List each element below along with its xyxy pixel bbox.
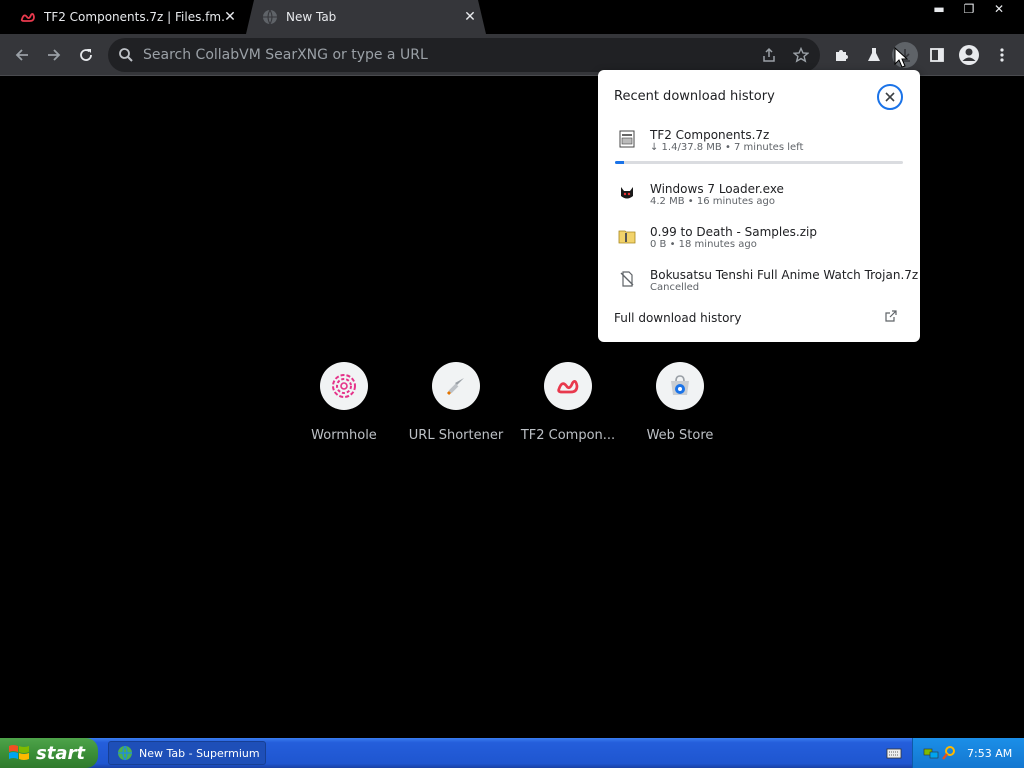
shortcut-url-shortener[interactable]: URL Shortener (400, 362, 512, 443)
open-external-icon[interactable] (884, 309, 898, 323)
clock: 7:53 AM (967, 746, 1013, 760)
window-controls: ▬ ❐ ✕ (924, 0, 1014, 18)
download-progress-bar (615, 161, 903, 164)
forward-icon[interactable] (41, 42, 67, 68)
tab-title: TF2 Components.7z | Files.fm. (44, 10, 225, 24)
windows-flag-icon (9, 745, 29, 760)
start-button[interactable]: start (0, 738, 98, 768)
share-icon[interactable] (760, 46, 778, 64)
shortcut-wormhole[interactable]: Wormhole (288, 362, 400, 443)
filesfm-icon (544, 362, 592, 410)
rocket-icon (432, 362, 480, 410)
system-tray: 7:53 AM (912, 738, 1024, 768)
panel-title: Recent download history (614, 89, 775, 104)
download-filename: 0.99 to Death - Samples.zip (650, 225, 817, 239)
mouse-cursor-icon (894, 47, 908, 68)
extensions-icon[interactable] (829, 42, 855, 68)
taskbar-window-item[interactable]: New Tab - Supermium (108, 741, 266, 765)
download-status: Cancelled (650, 282, 700, 293)
side-panel-icon[interactable] (924, 42, 950, 68)
download-filename: Windows 7 Loader.exe (650, 182, 784, 196)
restore-icon[interactable]: ❐ (954, 0, 984, 18)
close-tab-icon[interactable]: ✕ (462, 9, 478, 25)
download-status: 4.2 MB • 16 minutes ago (650, 196, 775, 207)
menu-kebab-icon[interactable] (989, 42, 1015, 68)
omnibox-input[interactable] (141, 38, 741, 72)
shortcut-label: URL Shortener (408, 428, 504, 443)
back-icon[interactable] (9, 42, 35, 68)
download-progress-fill (615, 161, 624, 164)
tab-title: New Tab (286, 10, 337, 24)
archive-file-icon (619, 130, 635, 148)
download-item[interactable]: 0.99 to Death - Samples.zip 0 B • 18 min… (598, 225, 920, 265)
globe-icon (262, 9, 278, 25)
browser-globe-icon (118, 745, 132, 761)
tab-filesfm[interactable]: TF2 Components.7z | Files.fm. ✕ (0, 0, 246, 34)
omnibox[interactable] (108, 38, 820, 72)
network-icon[interactable] (923, 745, 939, 761)
close-panel-button[interactable] (877, 84, 903, 110)
close-icon (885, 92, 895, 102)
download-history-panel: Recent download history TF2 Components.7… (598, 70, 920, 342)
shortcut-label: Wormhole (311, 428, 377, 443)
shortcut-label: Web Store (646, 428, 714, 443)
keyboard-icon[interactable] (886, 746, 902, 760)
close-window-icon[interactable]: ✕ (984, 0, 1014, 18)
download-filename: TF2 Components.7z (650, 128, 770, 142)
profile-avatar-icon[interactable] (956, 42, 982, 68)
cat-exe-icon (621, 187, 633, 199)
zip-folder-icon (618, 230, 636, 244)
shortcut-tf2-components[interactable]: TF2 Compon... (512, 362, 624, 443)
start-label: start (36, 742, 85, 764)
taskbar-window-label: New Tab - Supermium (139, 746, 260, 760)
full-download-history-link[interactable]: Full download history (614, 311, 741, 325)
shortcut-web-store[interactable]: Web Store (624, 362, 736, 443)
tab-strip: TF2 Components.7z | Files.fm. ✕ New Tab … (0, 0, 1024, 34)
search-icon (118, 47, 134, 63)
download-item[interactable]: Bokusatsu Tenshi Full Anime Watch Trojan… (598, 268, 920, 308)
download-filename: Bokusatsu Tenshi Full Anime Watch Trojan… (650, 268, 919, 282)
wormhole-icon (320, 362, 368, 410)
download-status: 0 B • 18 minutes ago (650, 239, 757, 250)
shortcuts-grid: Wormhole URL Shortener TF2 Compon... Web… (288, 362, 736, 443)
download-item[interactable]: Windows 7 Loader.exe 4.2 MB • 16 minutes… (598, 182, 920, 222)
search-tray-icon[interactable] (941, 745, 957, 761)
file-cancelled-icon (620, 271, 634, 287)
reload-icon[interactable] (73, 42, 99, 68)
webstore-icon (656, 362, 704, 410)
bookmark-star-icon[interactable] (792, 46, 810, 64)
taskbar: start New Tab - Supermium 7:53 AM (0, 738, 1024, 768)
download-status: ↓ 1.4/37.8 MB • 7 minutes left (650, 142, 804, 153)
shortcut-label: TF2 Compon... (520, 428, 616, 443)
minimize-icon[interactable]: ▬ (924, 0, 954, 18)
labs-flask-icon[interactable] (861, 42, 887, 68)
filesfm-icon (20, 9, 36, 25)
close-tab-icon[interactable]: ✕ (222, 9, 238, 25)
tab-new-tab[interactable]: New Tab ✕ (246, 0, 486, 34)
